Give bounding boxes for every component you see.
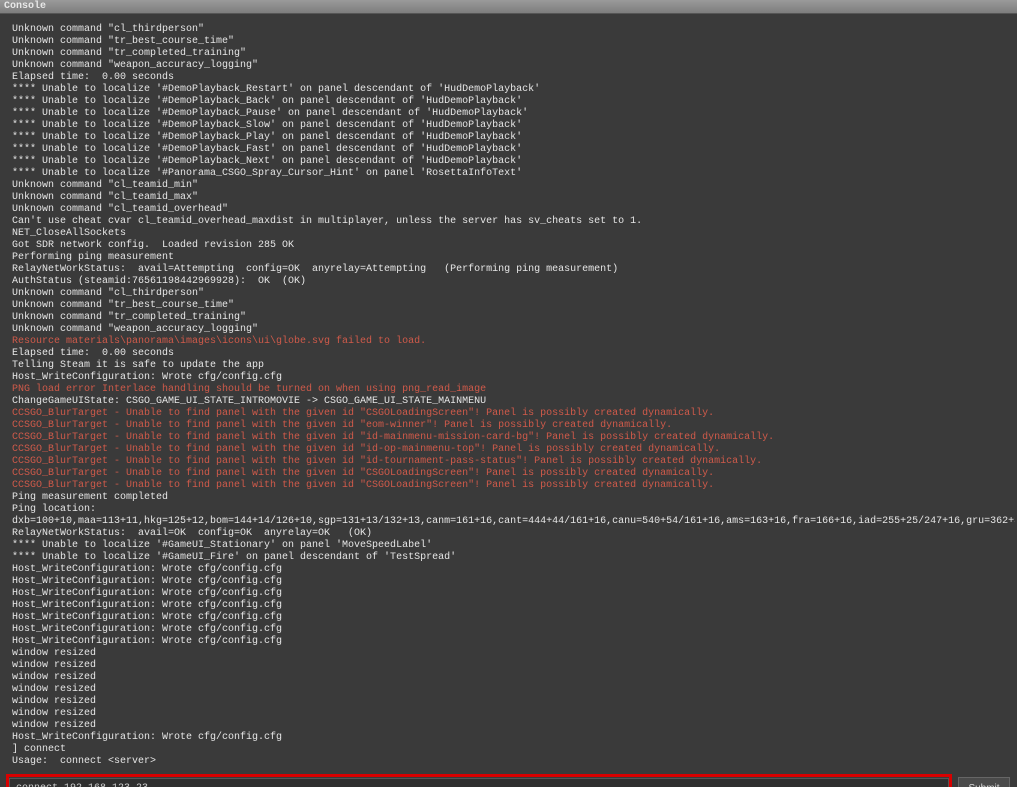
log-line: Host_WriteConfiguration: Wrote cfg/confi…	[12, 612, 1005, 624]
log-line: Unknown command "tr_completed_training"	[12, 48, 1005, 60]
log-line: Unknown command "cl_teamid_overhead"	[12, 204, 1005, 216]
log-line: Host_WriteConfiguration: Wrote cfg/confi…	[12, 636, 1005, 648]
log-line: Host_WriteConfiguration: Wrote cfg/confi…	[12, 372, 1005, 384]
log-line: **** Unable to localize '#DemoPlayback_N…	[12, 156, 1005, 168]
log-line: Can't use cheat cvar cl_teamid_overhead_…	[12, 216, 1005, 228]
window-title: Console	[4, 1, 46, 12]
log-line: **** Unable to localize '#DemoPlayback_R…	[12, 84, 1005, 96]
log-line: Unknown command "weapon_accuracy_logging…	[12, 324, 1005, 336]
log-line: Unknown command "cl_teamid_max"	[12, 192, 1005, 204]
log-line: Host_WriteConfiguration: Wrote cfg/confi…	[12, 588, 1005, 600]
log-line: window resized	[12, 720, 1005, 732]
log-line: Host_WriteConfiguration: Wrote cfg/confi…	[12, 564, 1005, 576]
log-line: RelayNetWorkStatus: avail=Attempting con…	[12, 264, 1005, 276]
log-line: CCSGO_BlurTarget - Unable to find panel …	[12, 432, 1005, 444]
log-line: Host_WriteConfiguration: Wrote cfg/confi…	[12, 624, 1005, 636]
log-line: **** Unable to localize '#DemoPlayback_P…	[12, 132, 1005, 144]
log-line: **** Unable to localize '#DemoPlayback_B…	[12, 96, 1005, 108]
log-line: RelayNetWorkStatus: avail=OK config=OK a…	[12, 528, 1005, 540]
submit-button[interactable]: Submit	[958, 777, 1010, 787]
log-line: Host_WriteConfiguration: Wrote cfg/confi…	[12, 732, 1005, 744]
log-line: window resized	[12, 660, 1005, 672]
console-body: Unknown command "cl_thirdperson"Unknown …	[0, 14, 1017, 787]
log-line: Got SDR network config. Loaded revision …	[12, 240, 1005, 252]
log-line: Resource materials\panorama\images\icons…	[12, 336, 1005, 348]
log-line: **** Unable to localize '#DemoPlayback_S…	[12, 120, 1005, 132]
log-line: **** Unable to localize '#Panorama_CSGO_…	[12, 168, 1005, 180]
log-line: CCSGO_BlurTarget - Unable to find panel …	[12, 408, 1005, 420]
log-line: Unknown command "tr_completed_training"	[12, 312, 1005, 324]
log-line: **** Unable to localize '#DemoPlayback_P…	[12, 108, 1005, 120]
log-line: CCSGO_BlurTarget - Unable to find panel …	[12, 468, 1005, 480]
log-line: Performing ping measurement	[12, 252, 1005, 264]
log-line: window resized	[12, 708, 1005, 720]
log-line: window resized	[12, 696, 1005, 708]
log-line: AuthStatus (steamid:76561198442969928): …	[12, 276, 1005, 288]
log-line: Host_WriteConfiguration: Wrote cfg/confi…	[12, 576, 1005, 588]
log-line: Unknown command "cl_teamid_min"	[12, 180, 1005, 192]
log-line: window resized	[12, 648, 1005, 660]
log-line: **** Unable to localize '#GameUI_Station…	[12, 540, 1005, 552]
log-line: Elapsed time: 0.00 seconds	[12, 72, 1005, 84]
console-input[interactable]	[9, 778, 949, 787]
log-line: CCSGO_BlurTarget - Unable to find panel …	[12, 444, 1005, 456]
log-line: Host_WriteConfiguration: Wrote cfg/confi…	[12, 600, 1005, 612]
log-line: Unknown command "tr_best_course_time"	[12, 36, 1005, 48]
log-line: Usage: connect <server>	[12, 756, 1005, 768]
log-line: ChangeGameUIState: CSGO_GAME_UI_STATE_IN…	[12, 396, 1005, 408]
log-line: Elapsed time: 0.00 seconds	[12, 348, 1005, 360]
console-log[interactable]: Unknown command "cl_thirdperson"Unknown …	[2, 16, 1015, 772]
input-highlight	[6, 774, 952, 787]
log-line: Ping measurement completed	[12, 492, 1005, 504]
log-line: Unknown command "weapon_accuracy_logging…	[12, 60, 1005, 72]
titlebar[interactable]: Console	[0, 0, 1017, 14]
log-line: window resized	[12, 684, 1005, 696]
log-line: **** Unable to localize '#GameUI_Fire' o…	[12, 552, 1005, 564]
log-line: ] connect	[12, 744, 1005, 756]
input-row: Submit	[2, 772, 1015, 787]
log-line: CCSGO_BlurTarget - Unable to find panel …	[12, 480, 1005, 492]
log-line: CCSGO_BlurTarget - Unable to find panel …	[12, 456, 1005, 468]
log-line: Ping location:	[12, 504, 1005, 516]
log-line: Unknown command "tr_best_course_time"	[12, 300, 1005, 312]
console-window: Console Unknown command "cl_thirdperson"…	[0, 0, 1017, 787]
log-line: CCSGO_BlurTarget - Unable to find panel …	[12, 420, 1005, 432]
log-line: PNG load error Interlace handling should…	[12, 384, 1005, 396]
log-line: Unknown command "cl_thirdperson"	[12, 288, 1005, 300]
log-line: Telling Steam it is safe to update the a…	[12, 360, 1005, 372]
log-line: Unknown command "cl_thirdperson"	[12, 24, 1005, 36]
log-line: NET_CloseAllSockets	[12, 228, 1005, 240]
log-line: dxb=100+10,maa=113+11,hkg=125+12,bom=144…	[12, 516, 1005, 528]
log-line: window resized	[12, 672, 1005, 684]
log-line: **** Unable to localize '#DemoPlayback_F…	[12, 144, 1005, 156]
